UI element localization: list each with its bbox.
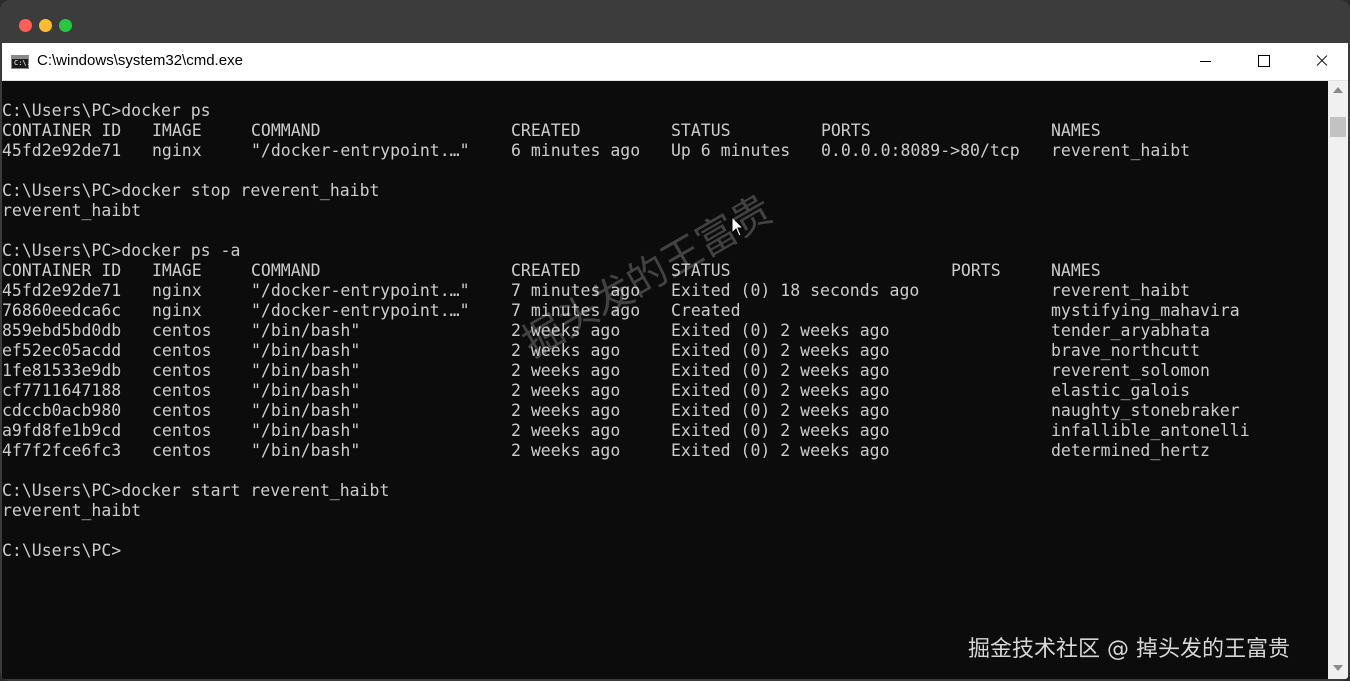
cell-image: nginx <box>152 141 202 160</box>
cell-command: "/bin/bash" <box>251 381 361 400</box>
cell-command: "/docker-entrypoint.…" <box>251 141 470 160</box>
cell-names: naughty_stonebraker <box>1051 401 1240 420</box>
cell-names: tender_aryabhata <box>1051 321 1210 340</box>
maximize-icon <box>1258 55 1270 67</box>
mac-title-bar <box>0 0 1350 43</box>
cell-created: 2 weeks ago <box>511 401 621 420</box>
cell-ports: PORTS <box>821 121 871 140</box>
cell-command: "/bin/bash" <box>251 321 361 340</box>
cell-command: "/docker-entrypoint.…" <box>251 301 470 320</box>
cell-image: IMAGE <box>152 261 202 280</box>
window-title: C:\windows\system32\cmd.exe <box>37 52 243 69</box>
cell-names: reverent_solomon <box>1051 361 1210 380</box>
cell-created: CREATED <box>511 261 581 280</box>
console-line: C:\Users\PC>docker ps <box>2 101 211 120</box>
cell-status: Exited (0) 2 weeks ago <box>671 421 890 440</box>
cell-ports: PORTS <box>951 261 1001 280</box>
cell-container-id: ef52ec05acdd <box>2 341 122 360</box>
cell-image: centos <box>152 341 212 360</box>
cmd-icon: C:\. <box>11 55 31 69</box>
cell-image: centos <box>152 421 212 440</box>
cell-container-id: 1fe81533e9db <box>2 361 122 380</box>
cell-created: 2 weeks ago <box>511 361 621 380</box>
cell-names: mystifying_mahavira <box>1051 301 1240 320</box>
cell-created: 2 weeks ago <box>511 441 621 460</box>
cell-image: IMAGE <box>152 121 202 140</box>
mac-zoom-button[interactable] <box>59 19 72 32</box>
cell-container-id: cdccb0acb980 <box>2 401 122 420</box>
console-line: reverent_haibt <box>2 201 142 220</box>
mac-minimize-button[interactable] <box>39 19 52 32</box>
minimize-button[interactable] <box>1177 43 1235 80</box>
cell-command: "/bin/bash" <box>251 441 361 460</box>
cell-container-id: CONTAINER ID <box>2 121 122 140</box>
console-line: C:\Users\PC> <box>2 541 122 560</box>
cell-image: centos <box>152 321 212 340</box>
cell-image: centos <box>152 441 212 460</box>
cell-image: centos <box>152 381 212 400</box>
cell-status: Exited (0) 2 weeks ago <box>671 401 890 420</box>
cell-status: Exited (0) 2 weeks ago <box>671 341 890 360</box>
cell-names: elastic_galois <box>1051 381 1191 400</box>
app-window: C:\. C:\windows\system32\cmd.exe C:\User… <box>0 0 1350 681</box>
scroll-up-arrow-icon[interactable] <box>1333 87 1343 93</box>
cell-image: centos <box>152 361 212 380</box>
cell-status: Exited (0) 18 seconds ago <box>671 281 920 300</box>
cell-names: NAMES <box>1051 121 1101 140</box>
cell-status: Exited (0) 2 weeks ago <box>671 441 890 460</box>
console-line: C:\Users\PC>docker start reverent_haibt <box>2 481 390 500</box>
cell-status: Exited (0) 2 weeks ago <box>671 361 890 380</box>
minimize-icon <box>1200 61 1211 62</box>
cell-ports: 0.0.0.0:8089->80/tcp <box>821 141 1020 160</box>
cell-created: 2 weeks ago <box>511 381 621 400</box>
cell-container-id: a9fd8fe1b9cd <box>2 421 122 440</box>
cell-container-id: 45fd2e92de71 <box>2 141 122 160</box>
cell-status: STATUS <box>671 121 731 140</box>
cell-status: Up 6 minutes <box>671 141 791 160</box>
cell-names: reverent_haibt <box>1051 141 1191 160</box>
console-output[interactable]: C:\Users\PC>docker ps CONTAINER ID IMAGE CO… <box>2 81 1328 679</box>
scroll-down-arrow-icon[interactable] <box>1333 665 1343 671</box>
cell-command: "/bin/bash" <box>251 401 361 420</box>
cell-container-id: cf7711647188 <box>2 381 122 400</box>
cell-names: infallible_antonelli <box>1051 421 1250 440</box>
console-line: C:\Users\PC>docker stop reverent_haibt <box>2 181 380 200</box>
maximize-button[interactable] <box>1235 43 1293 80</box>
cell-names: determined_hertz <box>1051 441 1210 460</box>
cell-names: brave_northcutt <box>1051 341 1201 360</box>
cell-status: Exited (0) 2 weeks ago <box>671 381 890 400</box>
cell-command: COMMAND <box>251 121 321 140</box>
cell-image: centos <box>152 401 212 420</box>
cell-container-id: 76860eedca6c <box>2 301 122 320</box>
cell-command: "/docker-entrypoint.…" <box>251 281 470 300</box>
scrollbar-thumb[interactable] <box>1330 117 1346 137</box>
mac-close-button[interactable] <box>19 19 32 32</box>
cell-image: nginx <box>152 281 202 300</box>
cell-created: 2 weeks ago <box>511 421 621 440</box>
vertical-scrollbar[interactable] <box>1328 81 1348 679</box>
cell-container-id: 859ebd5bd0db <box>2 321 122 340</box>
cell-status: Exited (0) 2 weeks ago <box>671 321 890 340</box>
cell-container-id: CONTAINER ID <box>2 261 122 280</box>
cell-created: 6 minutes ago <box>511 141 641 160</box>
cell-container-id: 45fd2e92de71 <box>2 281 122 300</box>
cell-names: reverent_haibt <box>1051 281 1191 300</box>
cell-command: "/bin/bash" <box>251 341 361 360</box>
cell-created: CREATED <box>511 121 581 140</box>
cell-command: COMMAND <box>251 261 321 280</box>
cell-status: Created <box>671 301 741 320</box>
close-button[interactable] <box>1293 43 1350 80</box>
cell-image: nginx <box>152 301 202 320</box>
console-line: reverent_haibt <box>2 501 142 520</box>
cell-names: NAMES <box>1051 261 1101 280</box>
watermark-corner: 掘金技术社区 @ 掉头发的王富贵 <box>968 637 1290 662</box>
cell-container-id: 4f7f2fce6fc3 <box>2 441 122 460</box>
cell-command: "/bin/bash" <box>251 421 361 440</box>
cmd-title-bar[interactable]: C:\. C:\windows\system32\cmd.exe <box>2 43 1348 81</box>
console-line: C:\Users\PC>docker ps -a <box>2 241 241 260</box>
cell-command: "/bin/bash" <box>251 361 361 380</box>
